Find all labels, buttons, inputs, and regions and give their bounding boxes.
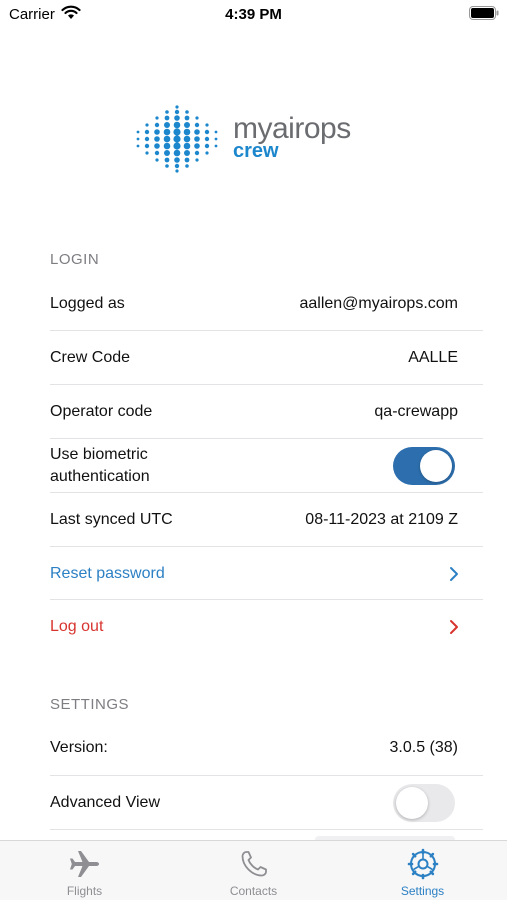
gear-icon xyxy=(407,848,438,880)
logo-mark-icon xyxy=(136,105,218,173)
tab-contacts[interactable]: Contacts xyxy=(169,841,338,900)
log-out-label[interactable]: Log out xyxy=(50,616,103,638)
reset-password-label[interactable]: Reset password xyxy=(50,563,165,585)
advanced-view-row: Advanced View xyxy=(50,776,483,830)
row-divider xyxy=(50,829,483,830)
biometric-label: Use biometric authentication xyxy=(50,444,150,488)
phone-icon xyxy=(241,851,267,877)
log-out-row[interactable]: Log out xyxy=(50,600,483,654)
toggle-knob xyxy=(420,450,452,482)
biometric-label-line1: Use biometric xyxy=(50,446,148,463)
advanced-view-label: Advanced View xyxy=(50,794,160,811)
airplane-icon xyxy=(69,851,99,877)
app-logo: myairops crew xyxy=(133,104,383,174)
toggle-knob xyxy=(396,787,428,819)
crew-code-row: Crew Code AALLE xyxy=(50,331,483,385)
biometric-label-line2: authentication xyxy=(50,468,150,485)
logged-as-row: Logged as aallen@myairops.com xyxy=(50,277,483,331)
biometric-toggle[interactable] xyxy=(393,447,455,485)
tab-settings[interactable]: Settings xyxy=(338,841,507,900)
crew-code-value: AALLE xyxy=(408,349,458,366)
last-synced-row: Last synced UTC 08-11-2023 at 2109 Z xyxy=(50,493,483,547)
tab-flights-label: Flights xyxy=(66,884,103,898)
version-label: Version: xyxy=(50,739,108,756)
login-section-header: LOGIN xyxy=(50,251,100,268)
reset-password-row[interactable]: Reset password xyxy=(50,547,483,601)
last-synced-label: Last synced UTC xyxy=(50,511,173,528)
tab-flights[interactable]: Flights xyxy=(0,841,169,900)
chevron-right-icon xyxy=(450,620,458,634)
logo-sub-text: crew xyxy=(233,140,279,162)
tab-contacts-label: Contacts xyxy=(229,884,278,898)
chevron-right-icon xyxy=(450,567,458,581)
logged-as-label: Logged as xyxy=(50,295,125,312)
battery-icon xyxy=(469,6,499,20)
logged-as-value: aallen@myairops.com xyxy=(299,295,458,312)
operator-code-value: qa-crewapp xyxy=(374,403,458,420)
advanced-view-toggle[interactable] xyxy=(393,784,455,822)
status-time: 4:39 PM xyxy=(225,6,282,23)
crew-code-label: Crew Code xyxy=(50,349,131,366)
tab-bar: Flights Contacts Settings xyxy=(0,840,507,900)
operator-code-label: Operator code xyxy=(50,403,153,420)
status-bar: Carrier 4:39 PM xyxy=(0,0,507,30)
version-value: 3.0.5 (38) xyxy=(389,739,458,756)
settings-section-header: SETTINGS xyxy=(50,696,130,713)
version-row: Version: 3.0.5 (38) xyxy=(50,721,483,775)
operator-code-row: Operator code qa-crewapp xyxy=(50,385,483,439)
biometric-row: Use biometric authentication xyxy=(50,439,483,493)
last-synced-value: 08-11-2023 at 2109 Z xyxy=(305,511,458,528)
tab-settings-label: Settings xyxy=(400,884,445,898)
